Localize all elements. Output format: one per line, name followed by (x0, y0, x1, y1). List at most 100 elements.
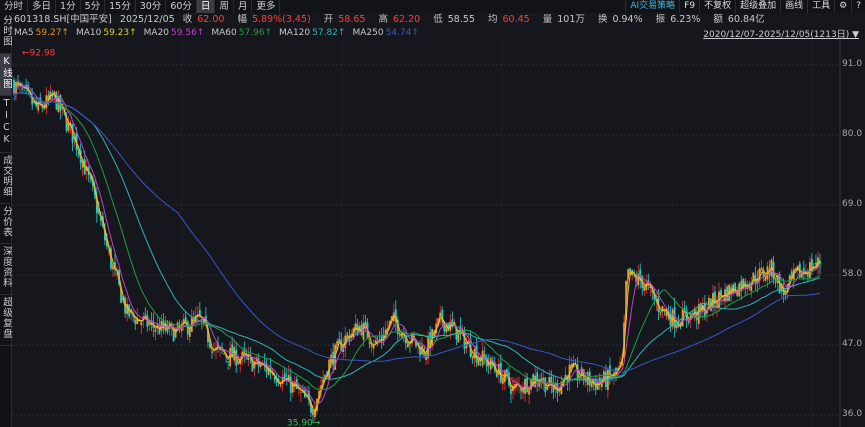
candle-body (21, 88, 23, 90)
tool-button-2[interactable]: 不复权 (699, 0, 735, 13)
high-value: 62.20 (393, 14, 421, 25)
tab-7[interactable]: 日 (196, 0, 216, 13)
open-value: 58.65 (338, 14, 366, 25)
sidebar-item-0[interactable]: 分时图 (0, 13, 12, 54)
date-range-dropdown[interactable]: 2020/12/07-2025/12/05(1213日) ▼ (703, 27, 859, 40)
candle-body (774, 281, 777, 283)
candle-body (134, 320, 137, 324)
amplitude-label: 振 (655, 14, 666, 25)
ma-name: MA120 (279, 28, 311, 38)
ma-name: MA60 (211, 28, 237, 38)
gear-icon[interactable]: ⚙ (834, 0, 851, 13)
sidebar-item-4[interactable]: 分价表 (0, 204, 12, 244)
tool-button-5[interactable]: 工具 (807, 0, 834, 13)
high-label: 高 (378, 14, 389, 25)
close-label: 收 (182, 14, 193, 25)
help-icon[interactable]: ? (851, 0, 865, 13)
min-price-label: 35.90→ (287, 419, 321, 427)
ma-value: 59.23↑ (103, 28, 137, 38)
volume-value: 101万 (557, 14, 585, 25)
sidebar-label: 超级复盘 (1, 297, 12, 339)
ma-line-MA10 (13, 82, 821, 414)
tool-button-4[interactable]: 画线 (780, 0, 807, 13)
sidebar-label: TICK (1, 97, 12, 146)
sidebar-item-2[interactable]: TICK (0, 96, 12, 153)
candle-body (526, 376, 528, 393)
candle-body (659, 314, 662, 316)
sidebar-label: K线图 (1, 55, 12, 89)
candle-body (154, 329, 157, 332)
candle-body (378, 339, 381, 340)
tool-button-0[interactable]: AI交易策略 (625, 0, 679, 13)
close-value: 62.00 (197, 14, 225, 25)
y-tick-label: 91.0 (842, 59, 863, 69)
candle-body (211, 351, 213, 353)
low-value: 58.55 (447, 14, 475, 25)
ma-name: MA10 (75, 28, 102, 38)
avg-value: 60.45 (502, 14, 530, 25)
sidebar-label: 分价表 (1, 205, 12, 238)
candle-body (279, 384, 282, 387)
ma-name: MA250 (352, 28, 384, 38)
kline-chart[interactable]: ←92.98 35.90→ (12, 40, 865, 427)
sidebar-label: 成交明细 (1, 154, 12, 197)
tab-9[interactable]: 月 (234, 0, 253, 13)
tab-8[interactable]: 周 (215, 0, 234, 13)
tab-0[interactable]: 分时 (0, 0, 29, 13)
tab-4[interactable]: 15分 (105, 0, 136, 13)
volume-label: 量 (542, 14, 553, 25)
ma-value: 59.56↑ (171, 28, 205, 38)
sidebar-item-5[interactable]: 深度资料 (0, 244, 12, 295)
candle-body (407, 344, 409, 348)
date: 2025/12/05 (119, 14, 175, 25)
tab-5[interactable]: 30分 (136, 0, 167, 13)
ma-line-MA5 (13, 81, 821, 416)
open-label: 开 (323, 14, 334, 25)
ma-value: 57.96↑ (238, 28, 273, 38)
tab-3[interactable]: 5分 (81, 0, 106, 13)
sidebar-item-1[interactable]: K线图 (0, 53, 12, 96)
ma-value: 54.74↑ (385, 28, 419, 38)
sidebar: 分时图 K线图 TICK 成交明细分价表深度资料超级复盘 (0, 13, 12, 427)
max-price-label: ←92.98 (22, 48, 56, 58)
tab-10[interactable]: 更多 (252, 0, 281, 13)
candle-body (370, 346, 373, 347)
candle-body (227, 361, 230, 363)
sidebar-item-3[interactable]: 成交明细 (0, 153, 12, 204)
tab-2[interactable]: 1分 (56, 0, 81, 13)
y-tick-label: 58.0 (842, 269, 863, 279)
toolbar: AI交易策略 F9 不复权 超级叠加 画线 工具 ⚙? (625, 0, 865, 13)
avg-label: 均 (488, 14, 498, 25)
low-label: 低 (433, 14, 443, 25)
y-tick-label: 80.0 (842, 129, 863, 139)
amplitude-value: 6.23% (670, 14, 701, 25)
amount-label: 额 (713, 14, 723, 25)
ma-line-MA20 (13, 85, 821, 405)
tool-button-3[interactable]: 超级叠加 (735, 0, 780, 13)
sidebar-label: 分时图 (1, 15, 12, 47)
symbol: 601318.SH[中国平安] (14, 14, 112, 25)
ma-value: 57.82↑ (312, 28, 346, 38)
tab-1[interactable]: 多日 (28, 0, 57, 13)
y-tick-label: 36.0 (842, 409, 863, 419)
tab-6[interactable]: 60分 (166, 0, 197, 13)
candle-body (362, 322, 365, 340)
sidebar-item-6[interactable]: 超级复盘 (0, 295, 12, 346)
ma-legend: MA5 59.27↑ MA10 59.23↑ MA20 59.56↑ MA60 57.96↑ M… (14, 27, 426, 40)
quote-info: 601318.SH[中国平安] 2025/12/05 收 62.00 幅 5.89%… (14, 13, 775, 26)
ma-line-MA120 (13, 92, 821, 381)
y-tick-label: 47.0 (842, 339, 863, 349)
candle-body (471, 359, 474, 361)
candle-body (140, 322, 143, 326)
tool-button-1[interactable]: F9 (679, 0, 699, 13)
change-label: 幅 (237, 14, 247, 25)
candle-body (299, 391, 302, 393)
ma-name: MA20 (143, 28, 170, 38)
y-tick-label: 69.0 (842, 199, 863, 209)
sidebar-label: 深度资料 (1, 246, 12, 288)
candle-body (673, 307, 676, 328)
change-value: 5.89%(3.45) (251, 14, 311, 25)
turnover-value: 0.94% (612, 14, 643, 25)
amount-value: 60.84亿 (727, 14, 765, 25)
candle-body (475, 345, 478, 363)
